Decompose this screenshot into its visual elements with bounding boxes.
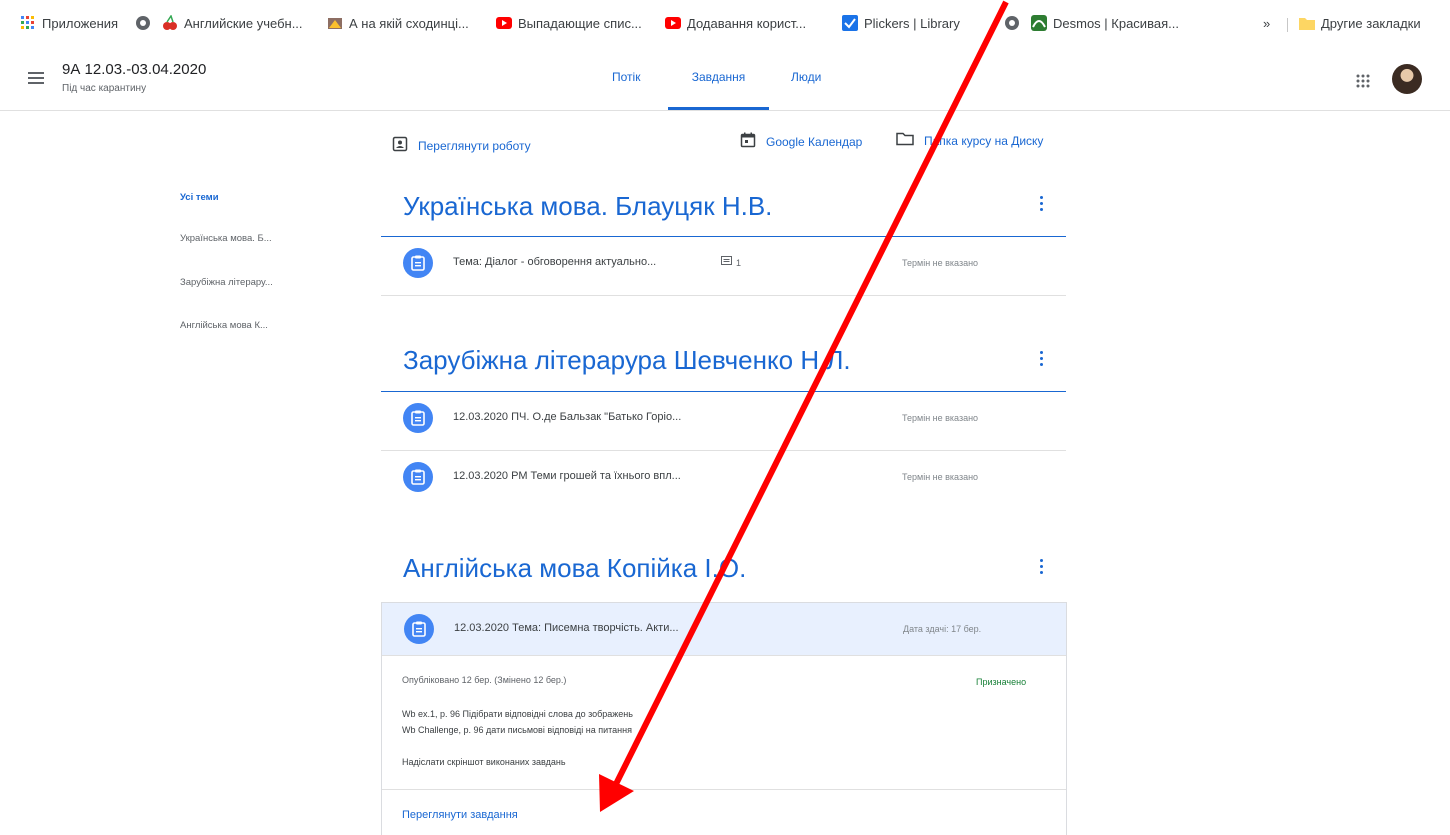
- google-calendar-button[interactable]: Google Календар: [740, 132, 862, 151]
- google-apps-icon[interactable]: [1356, 74, 1370, 88]
- bookmark-label: Plickers | Library: [864, 15, 960, 31]
- bookmarks-bar: Приложения Английские учебн... А на якій…: [0, 0, 1450, 46]
- assignment-title: 12.03.2020 РМ Теми грошей та їхнього впл…: [453, 470, 681, 482]
- class-subtitle: Під час карантину: [62, 83, 147, 94]
- assignment-title: 12.03.2020 Тема: Писемна творчість. Акти…: [454, 622, 679, 634]
- bookmark-globe[interactable]: [135, 0, 151, 46]
- bookmark-other-folder[interactable]: Другие закладки: [1299, 0, 1421, 46]
- published-info: Опубліковано 12 бер. (Змінено 12 бер.): [402, 675, 567, 685]
- comment-count: 1: [721, 256, 741, 269]
- assignment-row-expanded[interactable]: 12.03.2020 Тема: Писемна творчість. Акти…: [382, 603, 1066, 656]
- globe-icon: [1004, 15, 1020, 31]
- tab-stream[interactable]: Потік: [612, 46, 640, 108]
- comment-icon: [721, 256, 732, 269]
- bookmark-plickers[interactable]: Plickers | Library: [842, 0, 960, 46]
- assignment-row[interactable]: 12.03.2020 РМ Теми грошей та їхнього впл…: [381, 451, 1066, 509]
- expanded-assignment-card: 12.03.2020 Тема: Писемна творчість. Акти…: [381, 602, 1067, 835]
- more-vert-icon[interactable]: [1036, 559, 1046, 577]
- bookmark-stairs[interactable]: А на якій сходинці...: [327, 0, 469, 46]
- bookmark-dropdown-lists[interactable]: Выпадающие спис...: [496, 0, 642, 46]
- topic-title-english: Англійська мова Копійка І.О.: [403, 553, 747, 583]
- assignment-row[interactable]: 12.03.2020 ПЧ. О.де Бальзак "Батько Горі…: [381, 392, 1066, 451]
- drive-folder-button[interactable]: Папка курсу на Диску: [896, 132, 1043, 149]
- card-divider: [382, 789, 1066, 790]
- assignment-due: Дата здачі: 17 бер.: [903, 624, 982, 634]
- folder-outline-icon: [896, 132, 914, 149]
- bookmark-label: А на якій сходинці...: [349, 15, 469, 31]
- bookmark-english-textbooks[interactable]: Английские учебн...: [162, 0, 303, 46]
- bookmark-add-user[interactable]: Додавання корист...: [665, 0, 806, 46]
- class-title[interactable]: 9А 12.03.-03.04.2020: [62, 61, 206, 78]
- bookmarks-more-button[interactable]: »: [1263, 0, 1270, 46]
- bookmarks-divider: [1287, 18, 1288, 32]
- assignment-title: Тема: Діалог - обговорення актуально...: [453, 256, 657, 268]
- assignment-status: Призначено: [976, 677, 1027, 687]
- bookmark-label: Английские учебн...: [184, 15, 303, 31]
- apps-grid-icon: [20, 15, 36, 31]
- bookmark-label: Выпадающие спис...: [518, 15, 642, 31]
- checkbox-icon: [842, 15, 858, 31]
- assignment-description-line: Wb ex.1, p. 96 Підібрати відповідні слов…: [402, 709, 633, 719]
- assignment-description-line: Wb Challenge, p. 96 дати письмові відпов…: [402, 725, 632, 735]
- calendar-icon: [740, 132, 756, 151]
- assignment-due: Термін не вказано: [902, 413, 979, 423]
- assignment-due: Термін не вказано: [902, 258, 979, 268]
- classroom-header: 9А 12.03.-03.04.2020 Під час карантину П…: [0, 46, 1450, 111]
- assignment-icon: [404, 614, 434, 644]
- assignment-icon: [403, 462, 433, 492]
- assignment-row[interactable]: Тема: Діалог - обговорення актуально... …: [381, 237, 1066, 296]
- assignment-icon: [403, 403, 433, 433]
- globe-icon: [135, 15, 151, 31]
- bookmark-globe-2[interactable]: [1004, 0, 1020, 46]
- assignment-title: 12.03.2020 ПЧ. О.де Бальзак "Батько Горі…: [453, 411, 682, 423]
- topic-filter-all[interactable]: Усі теми: [180, 192, 219, 203]
- topic-filter-ukrainian[interactable]: Українська мова. Б...: [180, 233, 272, 244]
- topic-filter-foreign-literature[interactable]: Зарубіжна літерару...: [180, 277, 273, 288]
- bookmark-label: Приложения: [42, 15, 119, 31]
- view-work-button[interactable]: Переглянути роботу: [392, 136, 531, 155]
- bookmark-label: Desmos | Красивая...: [1053, 15, 1179, 31]
- bookmark-desmos[interactable]: Desmos | Красивая...: [1031, 0, 1179, 46]
- cherry-icon: [162, 15, 178, 31]
- more-vert-icon[interactable]: [1036, 196, 1046, 214]
- tab-classwork[interactable]: Завдання: [668, 46, 769, 110]
- desmos-icon: [1031, 15, 1047, 31]
- folder-icon: [1299, 15, 1315, 31]
- topic-title-foreign-literature: Зарубіжна літерарура Шевченко Н.Л.: [403, 345, 851, 375]
- bookmark-label: Додавання корист...: [687, 15, 807, 31]
- youtube-icon: [665, 15, 681, 31]
- account-avatar[interactable]: [1392, 64, 1422, 94]
- bookmark-label: Другие закладки: [1321, 15, 1421, 31]
- topic-filter-english[interactable]: Англійська мова К...: [180, 320, 268, 331]
- site-icon: [327, 15, 343, 31]
- more-vert-icon[interactable]: [1036, 351, 1046, 369]
- assignment-icon: [403, 248, 433, 278]
- chevron-double-right-icon: »: [1263, 15, 1271, 31]
- topic-title-ukrainian: Українська мова. Блауцяк Н.В.: [403, 191, 773, 221]
- assignment-ind-icon: [392, 136, 408, 155]
- menu-icon[interactable]: [28, 72, 44, 84]
- assignment-due: Термін не вказано: [902, 472, 979, 482]
- tab-people[interactable]: Люди: [791, 46, 821, 108]
- view-assignment-link[interactable]: Переглянути завдання: [402, 809, 518, 821]
- youtube-icon: [496, 15, 512, 31]
- assignment-description-line: Надіслати скріншот виконаних завдань: [402, 757, 566, 767]
- bookmark-apps[interactable]: Приложения: [20, 0, 118, 46]
